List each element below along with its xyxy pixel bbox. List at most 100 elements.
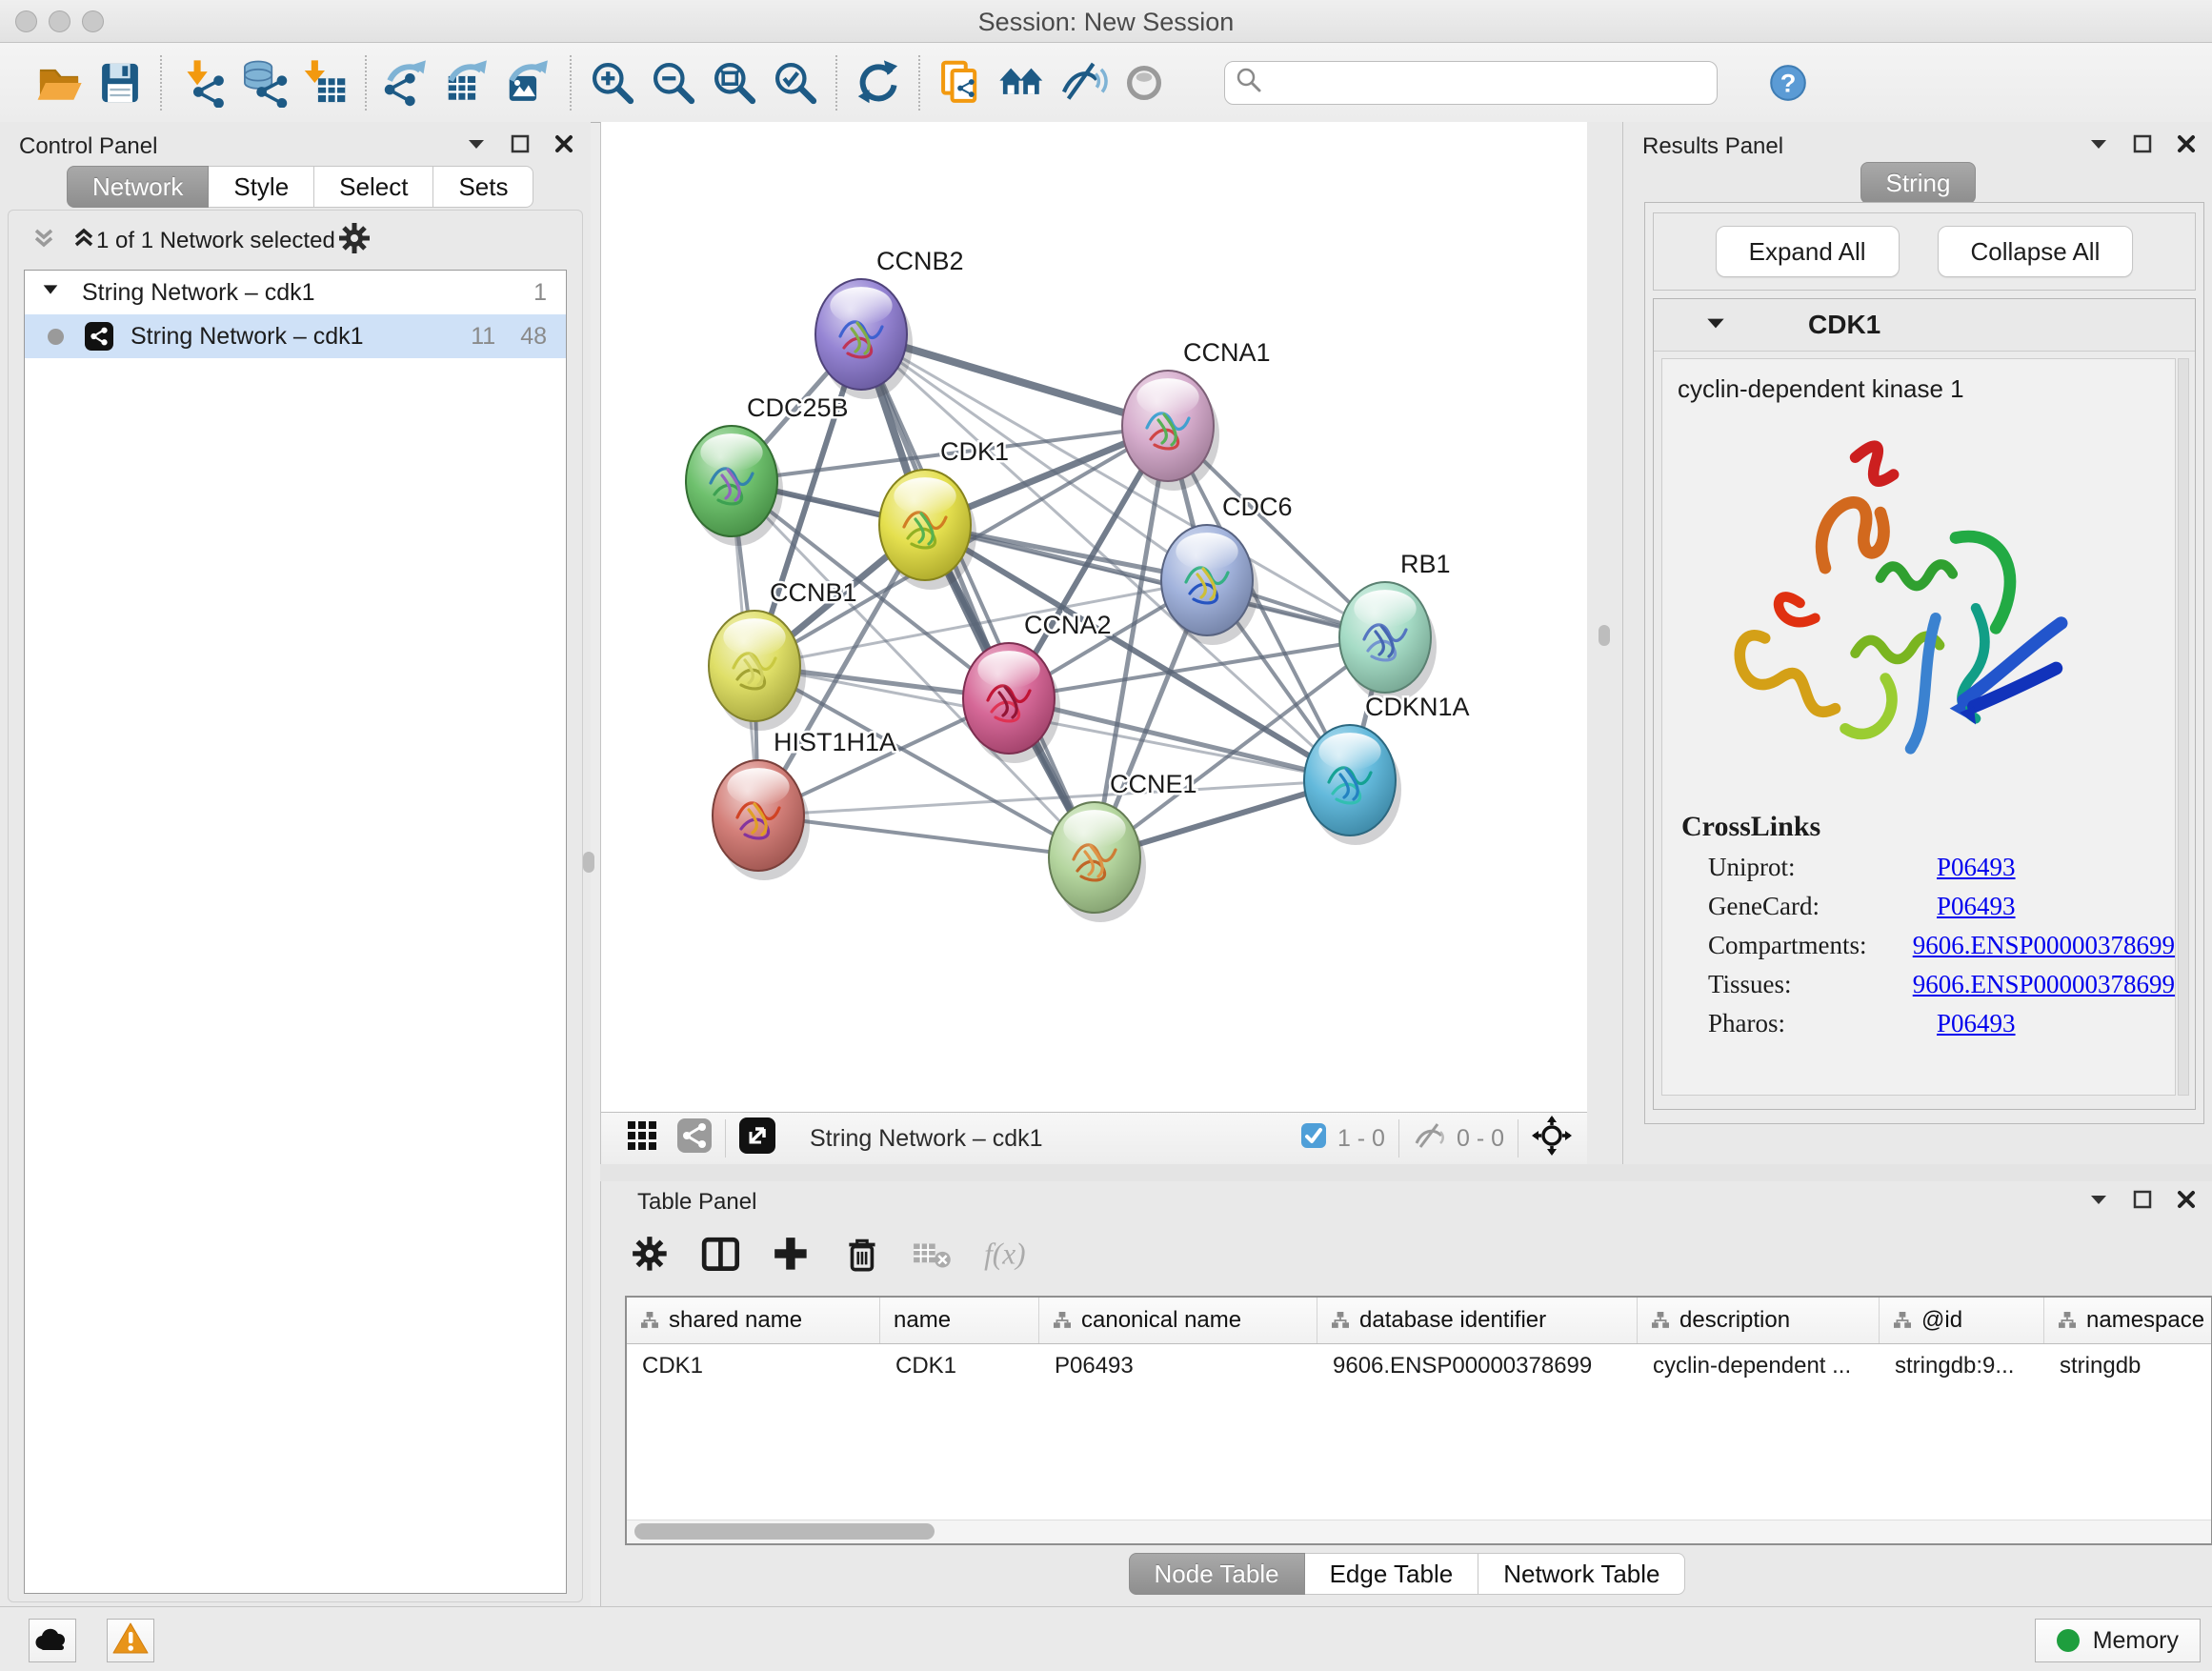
tab-string[interactable]: String bbox=[1860, 162, 1977, 204]
crosslink-value[interactable]: 9606.ENSP00000378699 bbox=[1913, 931, 2175, 960]
search-input[interactable] bbox=[1263, 69, 1707, 97]
table-settings-icon[interactable] bbox=[630, 1234, 674, 1282]
network-view[interactable]: CCNB2 CCNA1 CDC25B CDK1 CDC6 bbox=[600, 122, 1588, 1164]
network-node-CDC6[interactable]: CDC6 bbox=[1161, 493, 1293, 645]
collapse-panel-icon[interactable] bbox=[465, 132, 488, 162]
crosslink-label: GeneCard: bbox=[1708, 892, 1937, 921]
export-image-icon[interactable] bbox=[499, 53, 560, 112]
first-neighbors-icon[interactable] bbox=[992, 53, 1053, 112]
float-panel-icon[interactable] bbox=[2131, 1188, 2154, 1218]
close-panel-icon[interactable] bbox=[2175, 132, 2198, 162]
cloud-button[interactable] bbox=[29, 1619, 76, 1662]
import-network-icon[interactable] bbox=[172, 53, 233, 112]
splitter-handle[interactable] bbox=[1599, 625, 1610, 646]
collapse-all-button[interactable]: Collapse All bbox=[1938, 226, 2134, 277]
grid-view-icon[interactable] bbox=[626, 1119, 658, 1158]
table-horizontal-scrollbar[interactable] bbox=[627, 1520, 2211, 1543]
delete-column-icon[interactable] bbox=[841, 1234, 885, 1282]
export-network-icon[interactable] bbox=[377, 53, 438, 112]
create-column-icon[interactable] bbox=[771, 1234, 814, 1282]
search-box[interactable] bbox=[1224, 61, 1718, 105]
column-header-canonical-name[interactable]: canonical name bbox=[1039, 1298, 1317, 1343]
collapse-gene-icon[interactable] bbox=[1703, 311, 1728, 340]
network-node-CDKN1A[interactable]: CDKN1A bbox=[1304, 693, 1470, 845]
scrollbar-thumb[interactable] bbox=[634, 1523, 935, 1540]
collapse-panel-icon[interactable] bbox=[2087, 1188, 2110, 1218]
network-view-icon[interactable] bbox=[677, 1118, 712, 1159]
tab-style[interactable]: Style bbox=[209, 166, 314, 208]
network-node-RB1[interactable]: RB1 bbox=[1339, 550, 1451, 702]
collapse-all-networks-icon[interactable] bbox=[31, 225, 56, 258]
crosslink-value[interactable]: P06493 bbox=[1937, 892, 2016, 921]
tab-select[interactable]: Select bbox=[314, 166, 433, 208]
network-node-CCNA1[interactable]: CCNA1 bbox=[1122, 338, 1271, 491]
memory-button[interactable]: Memory bbox=[2035, 1619, 2201, 1662]
close-panel-icon[interactable] bbox=[553, 132, 575, 162]
table-toolbar: f(x) bbox=[630, 1227, 1026, 1288]
float-panel-icon[interactable] bbox=[2131, 132, 2154, 162]
update-view-icon[interactable] bbox=[848, 53, 909, 112]
zoom-selected-icon[interactable] bbox=[765, 53, 826, 112]
network-node-HIST1H1A[interactable]: HIST1H1A bbox=[713, 728, 896, 880]
birdseye-view-icon[interactable] bbox=[1532, 1116, 1572, 1162]
gene-details: cyclin-dependent kinase 1 bbox=[1661, 358, 2176, 1096]
results-panel-title: Results Panel bbox=[1642, 133, 1783, 160]
crosslink-value[interactable]: P06493 bbox=[1937, 853, 2016, 882]
tab-node-table[interactable]: Node Table bbox=[1129, 1553, 1305, 1595]
network-node-CCNE1[interactable]: CCNE1 bbox=[1049, 770, 1197, 922]
network-collection-row[interactable]: String Network – cdk1 1 bbox=[25, 271, 566, 314]
zoom-out-icon[interactable] bbox=[643, 53, 704, 112]
table-cell: cyclin-dependent ... bbox=[1638, 1344, 1880, 1388]
hide-selected-icon[interactable] bbox=[1053, 53, 1114, 112]
network-options-gear-icon[interactable] bbox=[335, 219, 373, 264]
import-database-icon[interactable] bbox=[233, 53, 294, 112]
warning-button[interactable] bbox=[107, 1619, 154, 1662]
close-panel-icon[interactable] bbox=[2175, 1188, 2198, 1218]
crosslink-row: Pharos: P06493 bbox=[1708, 1009, 2175, 1038]
help-button[interactable]: ? bbox=[1758, 53, 1819, 112]
tab-network[interactable]: Network bbox=[67, 166, 209, 208]
node-label-CDC25B: CDC25B bbox=[747, 393, 849, 422]
network-node-CCNB2[interactable]: CCNB2 bbox=[815, 247, 964, 399]
show-columns-icon[interactable] bbox=[700, 1234, 744, 1282]
column-header-shared-name[interactable]: shared name bbox=[627, 1298, 880, 1343]
hidden-eye-slash-icon[interactable] bbox=[1413, 1120, 1447, 1158]
selected-checkbox-icon[interactable] bbox=[1299, 1121, 1328, 1157]
column-header-description[interactable]: description bbox=[1638, 1298, 1880, 1343]
crosslink-value[interactable]: P06493 bbox=[1937, 1009, 2016, 1038]
tab-network-table[interactable]: Network Table bbox=[1478, 1553, 1685, 1595]
horizontal-splitter[interactable] bbox=[600, 1164, 2212, 1181]
node-label-CDK1: CDK1 bbox=[940, 437, 1009, 466]
splitter-handle[interactable] bbox=[583, 852, 594, 873]
network-row[interactable]: String Network – cdk1 1148 bbox=[25, 314, 566, 358]
table-row[interactable]: CDK1CDK1P064939606.ENSP00000378699cyclin… bbox=[627, 1344, 2211, 1388]
column-header-@id[interactable]: @id bbox=[1880, 1298, 2044, 1343]
column-header-namespace[interactable]: namespace bbox=[2044, 1298, 2212, 1343]
gene-name: CDK1 bbox=[1808, 310, 1880, 340]
network-canvas[interactable]: CCNB2 CCNA1 CDC25B CDK1 CDC6 bbox=[601, 122, 1587, 1113]
column-header-name[interactable]: name bbox=[880, 1298, 1039, 1343]
zoom-in-icon[interactable] bbox=[582, 53, 643, 112]
column-header-database-identifier[interactable]: database identifier bbox=[1317, 1298, 1638, 1343]
open-session-icon[interactable] bbox=[29, 53, 90, 112]
open-in-new-window-icon[interactable] bbox=[739, 1117, 775, 1160]
table-panel-title: Table Panel bbox=[637, 1189, 756, 1216]
tab-sets[interactable]: Sets bbox=[433, 166, 533, 208]
selected-count: 1 - 0 bbox=[1337, 1125, 1385, 1153]
export-table-icon[interactable] bbox=[438, 53, 499, 112]
import-table-icon[interactable] bbox=[294, 53, 355, 112]
gene-section-header[interactable]: CDK1 bbox=[1654, 299, 2195, 352]
expand-all-button[interactable]: Expand All bbox=[1716, 226, 1900, 277]
crosslink-value[interactable]: 9606.ENSP00000378699 bbox=[1913, 970, 2175, 999]
clone-network-icon[interactable] bbox=[931, 53, 992, 112]
show-all-icon bbox=[1114, 53, 1175, 112]
save-session-icon[interactable] bbox=[90, 53, 151, 112]
zoom-fit-icon[interactable] bbox=[704, 53, 765, 112]
node-table[interactable]: shared namenamecanonical namedatabase id… bbox=[625, 1296, 2212, 1545]
tab-edge-table[interactable]: Edge Table bbox=[1305, 1553, 1479, 1595]
network-node-CCNB1[interactable]: CCNB1 bbox=[709, 578, 857, 731]
results-scrollbar[interactable] bbox=[2178, 358, 2189, 1096]
float-panel-icon[interactable] bbox=[509, 132, 532, 162]
expand-all-networks-icon[interactable] bbox=[71, 225, 96, 258]
collapse-panel-icon[interactable] bbox=[2087, 132, 2110, 162]
